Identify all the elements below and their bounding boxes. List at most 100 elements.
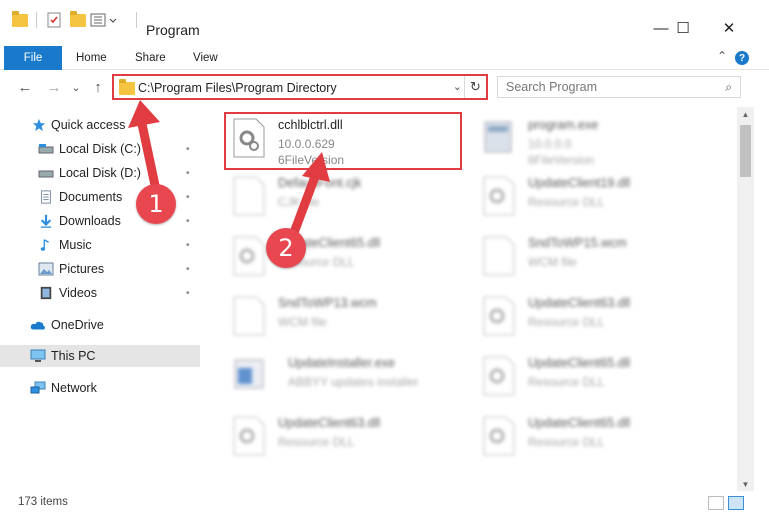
sidebar-item-label: Quick access xyxy=(51,118,126,132)
status-bar: 173 items xyxy=(0,492,769,514)
maximize-button[interactable]: ☐ xyxy=(660,16,706,40)
pin-icon[interactable]: • xyxy=(186,216,190,227)
dll-gear-icon xyxy=(233,416,265,456)
blank-file-icon xyxy=(233,296,265,336)
sidebar-item-label: Downloads xyxy=(59,214,121,228)
file-item[interactable]: UpdateClient65.dll Resource DLL xyxy=(224,230,464,288)
sidebar-item-label: Local Disk (D:) xyxy=(59,166,141,180)
file-type: WCM file xyxy=(278,315,327,329)
pin-icon[interactable]: • xyxy=(186,168,190,179)
sidebar-item-videos[interactable]: Videos • xyxy=(0,282,200,304)
file-type: ABBYY updates installer xyxy=(288,375,419,389)
customize-view-icon[interactable] xyxy=(90,10,118,30)
documents-icon xyxy=(41,190,51,204)
sidebar-item-this-pc[interactable]: This PC xyxy=(0,345,200,367)
vertical-scrollbar[interactable]: ▲ ▼ xyxy=(737,107,754,491)
chevron-up-icon[interactable]: ⌃ xyxy=(717,49,727,63)
tab-share[interactable]: Share xyxy=(135,46,166,70)
dll-gear-icon xyxy=(483,176,515,216)
highlight-box xyxy=(224,112,462,170)
drive-icon xyxy=(38,144,54,154)
pin-icon[interactable]: • xyxy=(186,264,190,275)
recent-locations-button[interactable]: ⌄ xyxy=(66,77,86,97)
scroll-down-icon[interactable]: ▼ xyxy=(737,477,754,491)
pin-icon[interactable]: • xyxy=(186,288,190,299)
divider xyxy=(136,12,137,28)
window-title: Program xyxy=(146,22,200,38)
sidebar-item-local-disk-c[interactable]: Local Disk (C:) • xyxy=(0,138,200,160)
search-input[interactable] xyxy=(506,80,706,94)
chevron-down-icon[interactable]: ⌄ xyxy=(453,80,462,93)
pin-icon[interactable]: • xyxy=(186,144,190,155)
file-item[interactable]: UpdateInstaller.exe ABBYY updates instal… xyxy=(224,350,464,408)
file-item[interactable]: DefaultFont.cjk CJK file xyxy=(224,170,464,228)
new-folder-icon[interactable] xyxy=(70,10,86,30)
tab-view[interactable]: View xyxy=(193,46,218,70)
drive-icon xyxy=(38,170,54,178)
sidebar-item-music[interactable]: Music • xyxy=(0,234,200,256)
file-type: Resource DLL xyxy=(278,435,355,449)
forward-button[interactable]: → xyxy=(44,77,64,97)
sidebar-item-onedrive[interactable]: OneDrive xyxy=(0,314,200,336)
large-icons-view-icon[interactable] xyxy=(728,496,744,510)
sidebar-item-pictures[interactable]: Pictures • xyxy=(0,258,200,280)
item-count: 173 items xyxy=(18,496,68,508)
properties-icon[interactable] xyxy=(46,10,62,30)
file-item[interactable]: SndToWP15.wcm WCM file xyxy=(474,230,714,288)
dll-gear-icon xyxy=(483,356,515,396)
close-button[interactable]: ✕ xyxy=(706,16,752,40)
folder-icon xyxy=(12,10,28,30)
pin-icon[interactable]: • xyxy=(186,192,190,203)
dll-gear-icon xyxy=(483,416,515,456)
sidebar-item-label: Local Disk (C:) xyxy=(59,142,141,156)
details-view-icon[interactable] xyxy=(708,496,724,510)
refresh-button[interactable]: ↻ xyxy=(464,76,486,98)
sidebar-item-network[interactable]: Network xyxy=(0,377,200,399)
file-item[interactable]: UpdateClient65.dll Resource DLL xyxy=(474,410,714,468)
file-item[interactable]: UpdateClient65.dll Resource DLL xyxy=(474,350,714,408)
back-button[interactable]: ← xyxy=(15,77,35,97)
title-bar: Program — ☐ ✕ xyxy=(0,0,769,40)
file-type: Resource DLL xyxy=(528,435,605,449)
dll-gear-icon xyxy=(483,296,515,336)
pin-icon[interactable]: • xyxy=(186,240,190,251)
address-path[interactable]: C:\Program Files\Program Directory xyxy=(138,81,337,95)
sidebar-item-quick-access[interactable]: Quick access xyxy=(0,114,200,136)
videos-icon xyxy=(40,286,52,300)
file-name: UpdateInstaller.exe xyxy=(288,356,396,370)
file-type: Resource DLL xyxy=(528,195,605,209)
music-icon xyxy=(40,239,49,251)
sidebar-item-label: Music xyxy=(59,238,92,252)
exe-icon xyxy=(484,121,512,153)
sidebar-item-local-disk-d[interactable]: Local Disk (D:) • xyxy=(0,162,200,184)
scroll-thumb[interactable] xyxy=(740,125,751,177)
folder-icon xyxy=(119,79,135,95)
file-item[interactable]: UpdateClient19.dll Resource DLL xyxy=(474,170,714,228)
scroll-up-icon[interactable]: ▲ xyxy=(737,107,754,121)
divider xyxy=(36,12,37,28)
file-name: UpdateClient63.dll xyxy=(528,296,631,310)
search-icon[interactable]: ⌕ xyxy=(725,80,732,95)
tab-home[interactable]: Home xyxy=(76,46,107,70)
step-marker-2: 2 xyxy=(266,228,306,268)
file-name: UpdateClient65.dll xyxy=(528,356,631,370)
installer-icon xyxy=(234,359,264,389)
sidebar-item-label: Videos xyxy=(59,286,97,300)
file-item[interactable]: program.exe 10.0.0.0 6FileVersion xyxy=(474,112,714,170)
pictures-icon xyxy=(38,262,54,276)
up-button[interactable]: ↑ xyxy=(88,77,108,97)
ribbon-tabs: File Home Share View ⌃ ? xyxy=(0,46,769,70)
cloud-icon xyxy=(30,321,45,330)
file-item[interactable]: SndToWP13.wcm WCM file xyxy=(224,290,464,348)
address-bar[interactable]: C:\Program Files\Program Directory ⌄ ↻ xyxy=(112,74,488,100)
help-icon[interactable]: ? xyxy=(735,51,749,65)
sidebar-item-label: Pictures xyxy=(59,262,105,276)
download-icon xyxy=(40,214,52,228)
file-item[interactable]: UpdateClient63.dll Resource DLL xyxy=(474,290,714,348)
file-name: SndToWP13.wcm xyxy=(278,296,377,310)
file-item[interactable]: UpdateClient63.dll Resource DLL xyxy=(224,410,464,468)
search-box[interactable]: ⌕ xyxy=(497,76,741,98)
pc-icon xyxy=(30,349,46,362)
tab-file[interactable]: File xyxy=(4,46,62,70)
file-type: CJK file xyxy=(278,195,320,209)
